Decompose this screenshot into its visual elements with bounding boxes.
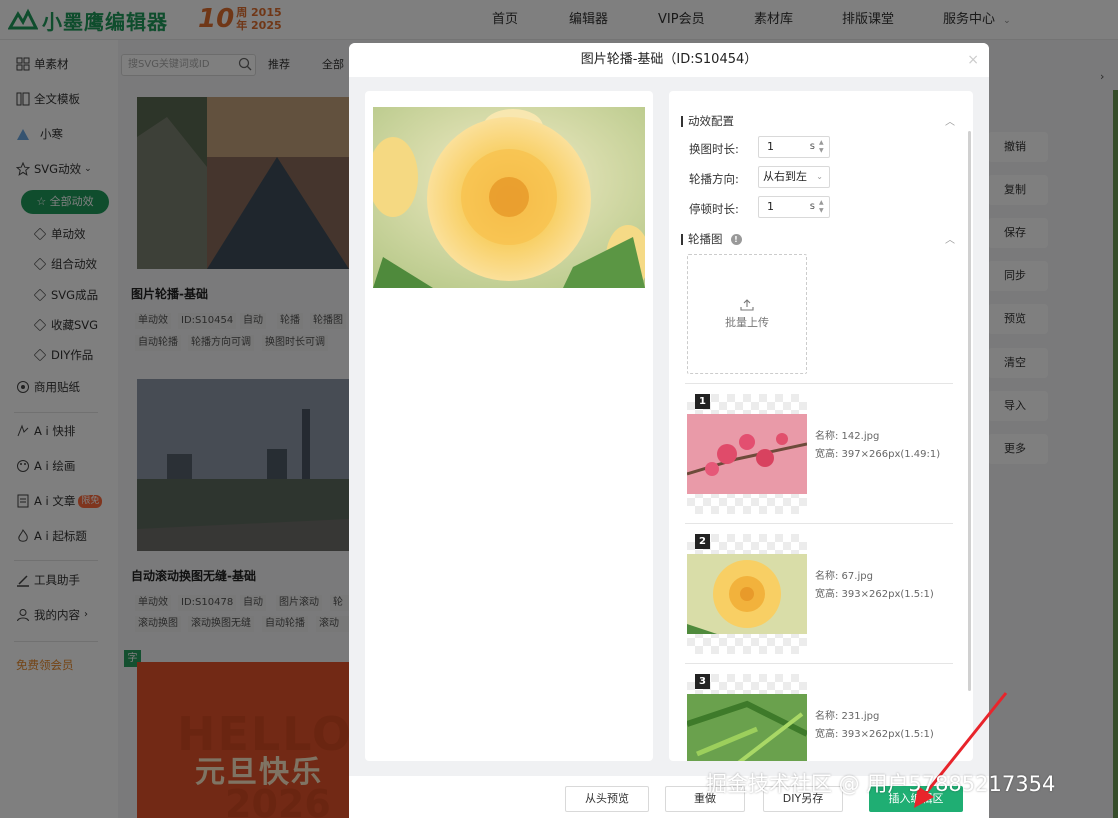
yellow-rose-image: [373, 107, 645, 288]
pause-duration-label: 停顿时长:: [689, 202, 739, 216]
carousel-config-modal: 图片轮播-基础（ID:S10454） × 动效配置 ︿ 换图时长: 1 s ▲ …: [349, 43, 989, 818]
image-index: 2: [695, 534, 710, 549]
carousel-image-item[interactable]: 2 名称: 67.jpg 宽高: 393×262px(1.5:1): [685, 523, 953, 663]
preview-panel: [365, 91, 653, 761]
close-icon[interactable]: ×: [967, 43, 979, 77]
bamboo-thumbnail: [687, 694, 807, 761]
image-name: 名称: 231.jpg: [815, 711, 880, 722]
yellow-rose-image: [687, 554, 807, 634]
image-index: 1: [695, 394, 710, 409]
carousel-image-item[interactable]: 1 名称: 142.jpg 宽高: 397×266px(1.49:1): [685, 383, 953, 523]
stepper-icon[interactable]: ▲ ▼: [819, 199, 827, 215]
select-value: 从右到左: [763, 170, 807, 183]
switch-duration-label: 换图时长:: [689, 142, 739, 156]
section-effect-config[interactable]: 动效配置: [681, 113, 734, 129]
chevron-up-icon[interactable]: ︿: [945, 113, 955, 128]
direction-select[interactable]: 从右到左 ⌄: [758, 166, 830, 188]
batch-upload-area[interactable]: 批量上传: [687, 254, 807, 374]
info-icon[interactable]: !: [730, 233, 742, 245]
unit-label: s: [809, 201, 815, 212]
upload-icon: [688, 299, 806, 314]
stepper-icon[interactable]: ▲ ▼: [819, 139, 827, 155]
preview-image: [373, 107, 645, 288]
chevron-up-icon[interactable]: ︿: [945, 231, 955, 246]
watermark-text: 掘金技术社区 @ 用户57885217354: [706, 772, 1056, 796]
section-title: 轮播图: [688, 232, 723, 246]
direction-label: 轮播方向:: [689, 172, 739, 186]
image-name: 名称: 67.jpg: [815, 571, 873, 582]
pause-duration-input[interactable]: 1 s ▲ ▼: [758, 196, 830, 218]
input-value: 1: [767, 140, 774, 153]
switch-duration-input[interactable]: 1 s ▲ ▼: [758, 136, 830, 158]
section-title: 动效配置: [688, 114, 734, 128]
replay-button[interactable]: 从头预览: [565, 786, 649, 812]
yellow-rose-thumbnail: [687, 554, 807, 634]
unit-label: s: [809, 141, 815, 152]
bamboo-leaves-image: [687, 694, 807, 761]
upload-label: 批量上传: [725, 316, 769, 329]
section-marker: [681, 115, 683, 127]
config-panel: 动效配置 ︿ 换图时长: 1 s ▲ ▼ 轮播方向: 从右到左 ⌄ 停顿时长: 1…: [669, 91, 973, 761]
config-scrollbar[interactable]: [968, 131, 971, 691]
carousel-image-item[interactable]: 3 名称: 231.jpg 宽高: 393×262px(1.5:1): [685, 663, 953, 761]
select-arrow-icon: ⌄: [816, 172, 823, 181]
image-size: 宽高: 393×262px(1.5:1): [815, 589, 934, 600]
section-carousel-images[interactable]: 轮播图 !: [681, 231, 742, 247]
pink-blossom-image: [687, 414, 807, 494]
image-size: 宽高: 397×266px(1.49:1): [815, 449, 941, 460]
input-value: 1: [767, 200, 774, 213]
modal-header: 图片轮播-基础（ID:S10454） ×: [349, 43, 989, 77]
section-marker: [681, 233, 683, 245]
image-size: 宽高: 393×262px(1.5:1): [815, 729, 934, 740]
image-name: 名称: 142.jpg: [815, 431, 880, 442]
pink-blossom-thumbnail: [687, 414, 807, 494]
image-index: 3: [695, 674, 710, 689]
modal-title: 图片轮播-基础（ID:S10454）: [580, 52, 758, 67]
